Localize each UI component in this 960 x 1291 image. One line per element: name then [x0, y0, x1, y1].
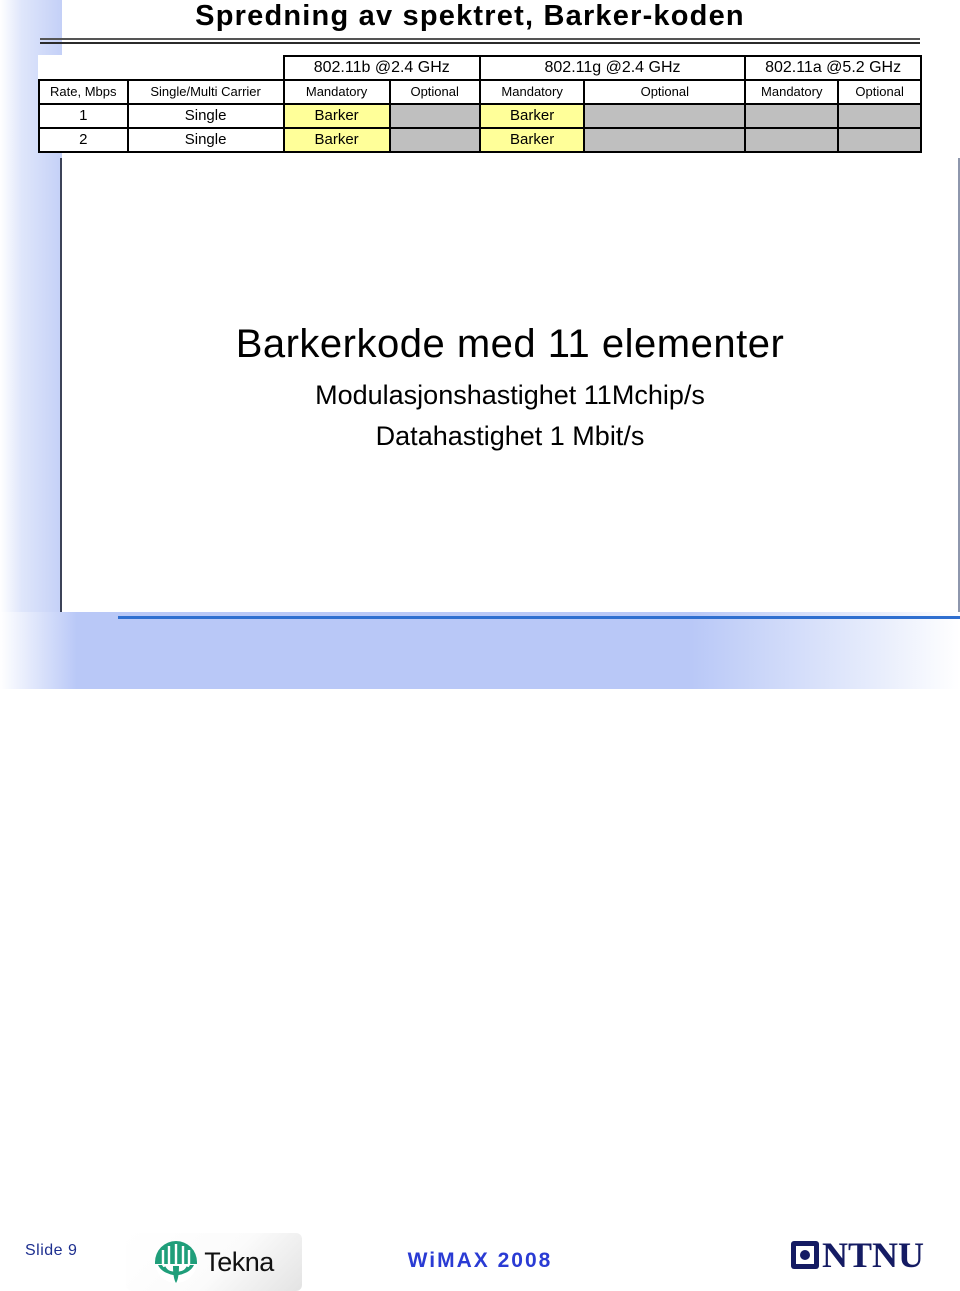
- column-header-b-mandatory: Mandatory: [282, 79, 391, 105]
- cell-g-optional: [583, 103, 747, 129]
- page-title: Spredning av spektret, Barker-koden: [195, 0, 745, 32]
- column-header-rate: Rate, Mbps: [38, 79, 129, 105]
- cell-b-mandatory: Barker: [282, 103, 391, 129]
- slide-content-box: Barkerkode med 11 elementer Modulasjonsh…: [60, 158, 960, 620]
- column-header-a-mandatory: Mandatory: [744, 79, 840, 105]
- column-header-g-mandatory: Mandatory: [478, 79, 586, 105]
- column-header-carrier: Single/Multi Carrier: [126, 79, 285, 105]
- cell-a-mandatory: [744, 127, 840, 153]
- slide-title-block: Spredning av spektret, Barker-koden: [0, 0, 960, 46]
- title-divider-lower: [40, 42, 920, 44]
- ntnu-square-icon: [790, 1240, 820, 1270]
- cell-a-optional: [837, 127, 922, 153]
- cell-b-optional: [388, 103, 481, 129]
- footer-divider: [118, 616, 960, 619]
- ntnu-wordmark: NTNU: [821, 1235, 924, 1275]
- band-header-80211b: 802.11b @2.4 GHz: [282, 55, 481, 81]
- band-header-80211a: 802.11a @5.2 GHz: [744, 55, 922, 81]
- cell-b-mandatory: Barker: [282, 127, 391, 153]
- cell-g-mandatory: Barker: [478, 103, 586, 129]
- cell-carrier: Single: [126, 127, 285, 153]
- cell-a-optional: [837, 103, 922, 129]
- band-header-80211g: 802.11g @2.4 GHz: [478, 55, 747, 81]
- cell-carrier: Single: [126, 103, 285, 129]
- cell-rate: 1: [38, 103, 129, 129]
- slide-canvas: Spredning av spektret, Barker-koden 802.…: [0, 0, 960, 1291]
- content-line-data-rate: Datahastighet 1 Mbit/s: [375, 421, 645, 451]
- cell-g-optional: [583, 127, 747, 153]
- table-row: 2 Single Barker Barker: [38, 127, 922, 153]
- cell-g-mandatory: Barker: [478, 127, 586, 153]
- column-header-g-optional: Optional: [583, 79, 747, 105]
- column-header-b-optional: Optional: [388, 79, 481, 105]
- wifi-rate-table: 802.11b @2.4 GHz 802.11g @2.4 GHz 802.11…: [38, 55, 922, 153]
- cell-a-mandatory: [744, 103, 840, 129]
- table-sub-header-row: Rate, Mbps Single/Multi Carrier Mandator…: [38, 79, 922, 105]
- band-header-spacer-carrier: [128, 56, 284, 80]
- content-heading: Barkerkode med 11 elementer: [235, 322, 785, 366]
- content-line-modulation-rate: Modulasjonshastighet 11Mchip/s: [315, 380, 705, 410]
- ntnu-logo: NTNU: [790, 1235, 924, 1275]
- table-row: 1 Single Barker Barker: [38, 103, 922, 129]
- table-band-header-row: 802.11b @2.4 GHz 802.11g @2.4 GHz 802.11…: [39, 55, 922, 81]
- column-header-a-optional: Optional: [837, 79, 922, 105]
- cell-rate: 2: [38, 127, 129, 153]
- slide-footer: Slide 9 Tekna WiMAX 2008 NTNU: [0, 612, 960, 1291]
- cell-b-optional: [388, 127, 481, 153]
- spec-table-region: 802.11b @2.4 GHz 802.11g @2.4 GHz 802.11…: [38, 55, 922, 160]
- band-header-spacer-rate: [39, 56, 128, 80]
- title-divider-upper: [40, 38, 920, 40]
